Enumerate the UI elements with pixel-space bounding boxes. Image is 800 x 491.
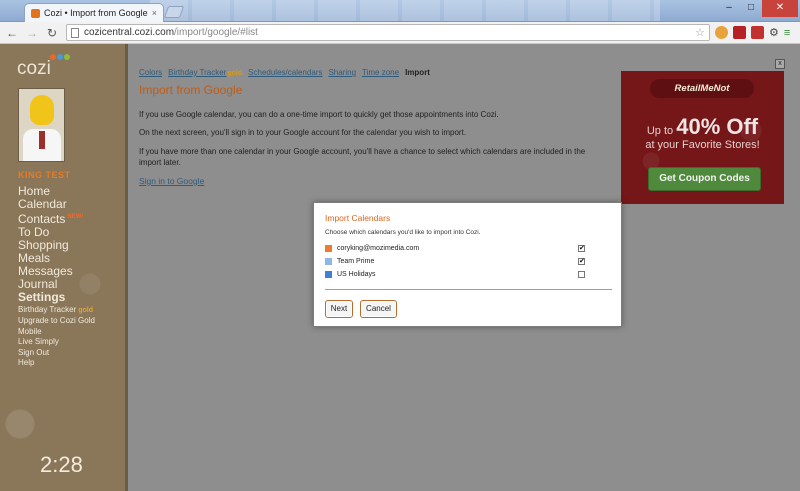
- new-badge: NEW!: [67, 214, 84, 220]
- calendar-checkbox[interactable]: ✔: [578, 258, 585, 265]
- user-name: KING TEST: [18, 170, 71, 180]
- calendar-name: US Holidays: [337, 271, 376, 278]
- avatar[interactable]: [18, 88, 65, 162]
- sidebar-subitem-birthday-tracker[interactable]: Birthday Tracker gold: [18, 305, 95, 316]
- browser-toolbar: ← → ↻ cozicentral.cozi.com/import/google…: [0, 22, 800, 44]
- sidebar: cozi KING TEST Home Calendar Contacts NEW…: [0, 44, 128, 491]
- breadcrumb: Colors Birthday Trackergold Schedules/ca…: [139, 68, 430, 77]
- sidebar-item-calendar[interactable]: Calendar: [18, 198, 95, 211]
- back-arrow-icon[interactable]: ←: [4, 26, 20, 40]
- gold-badge: gold: [227, 70, 243, 77]
- dialog-title: Import Calendars: [325, 213, 391, 223]
- list-item[interactable]: US Holidays: [325, 268, 585, 281]
- import-calendars-dialog: Import Calendars Choose which calendars …: [313, 202, 622, 327]
- page-icon: [71, 27, 79, 38]
- extension-shield-icon[interactable]: [733, 26, 746, 39]
- calendar-color-swatch: [325, 258, 332, 265]
- breadcrumb-schedules[interactable]: Schedules/calendars: [248, 68, 322, 77]
- calendar-color-swatch: [325, 245, 332, 252]
- breadcrumb-time-zone[interactable]: Time zone: [362, 68, 399, 77]
- extension-red-icon[interactable]: [751, 26, 764, 39]
- tab-close-icon[interactable]: ×: [152, 8, 157, 18]
- ad-logo: RetailMeNot: [650, 79, 754, 98]
- sidebar-subitem-live-simply[interactable]: Live Simply: [18, 337, 95, 347]
- calendar-name: Team Prime: [337, 258, 375, 265]
- sidebar-nav: Home Calendar Contacts NEW! To Do Shoppin…: [18, 185, 95, 368]
- forward-arrow-icon[interactable]: →: [24, 26, 40, 40]
- window-maximize-button[interactable]: □: [740, 0, 762, 17]
- calendar-color-swatch: [325, 271, 332, 278]
- ad-headline: Up to 40% Off: [646, 114, 759, 139]
- cozi-app: cozi KING TEST Home Calendar Contacts NEW…: [0, 44, 800, 491]
- signin-paragraph: On the next screen, you'll sign in to yo…: [139, 128, 467, 137]
- sign-in-google-link[interactable]: Sign in to Google: [139, 176, 204, 186]
- clock: 2:28: [40, 452, 83, 477]
- bookmark-star-icon[interactable]: ☆: [695, 26, 705, 39]
- sidebar-subitem-upgrade[interactable]: Upgrade to Cozi Gold: [18, 316, 95, 326]
- ad-subheadline: at your Favorite Stores!: [645, 139, 760, 151]
- list-item[interactable]: coryking@mozimedia.com ✔: [325, 242, 585, 255]
- cozi-favicon-icon: [31, 8, 40, 18]
- browser-tabstrip: Cozi • Import from Google × – □ ✕: [0, 0, 800, 22]
- multi-calendar-paragraph: If you have more than one calendar in yo…: [139, 147, 586, 167]
- extension-cookie-icon[interactable]: [715, 26, 728, 39]
- sidebar-item-contacts[interactable]: Contacts NEW!: [18, 211, 95, 226]
- tab-title: Cozi • Import from Google: [44, 8, 148, 18]
- cancel-button[interactable]: Cancel: [360, 300, 397, 318]
- browser-tab-active[interactable]: Cozi • Import from Google ×: [24, 3, 164, 22]
- cozi-logo[interactable]: cozi: [17, 58, 51, 80]
- main-content: Colors Birthday Trackergold Schedules/ca…: [128, 44, 800, 491]
- get-coupon-codes-button[interactable]: Get Coupon Codes: [648, 167, 761, 191]
- next-button[interactable]: Next: [325, 300, 353, 318]
- sidebar-subitem-mobile[interactable]: Mobile: [18, 327, 95, 337]
- address-url[interactable]: cozicentral.cozi.com/import/google/#list: [84, 27, 695, 38]
- calendar-list: coryking@mozimedia.com ✔ Team Prime ✔ US…: [325, 242, 585, 281]
- cozi-logo-dots-icon: [50, 54, 70, 60]
- sidebar-subitem-help[interactable]: Help: [18, 358, 95, 368]
- breadcrumb-current: Import: [405, 68, 430, 77]
- gear-icon[interactable]: ⚙: [769, 26, 779, 39]
- intro-paragraph: If you use Google calendar, you can do a…: [139, 110, 499, 119]
- dialog-divider: [325, 289, 612, 290]
- sidebar-item-settings[interactable]: Settings: [18, 291, 95, 304]
- calendar-name: coryking@mozimedia.com: [337, 245, 420, 252]
- window-minimize-button[interactable]: –: [718, 0, 740, 17]
- breadcrumb-colors[interactable]: Colors: [139, 68, 162, 77]
- background-tabs: [150, 0, 660, 21]
- address-bar[interactable]: cozicentral.cozi.com/import/google/#list…: [66, 24, 710, 41]
- breadcrumb-birthday-tracker[interactable]: Birthday Trackergold: [168, 68, 242, 77]
- dialog-subtitle: Choose which calendars you'd like to imp…: [325, 229, 481, 236]
- page-title: Import from Google: [139, 83, 243, 97]
- calendar-checkbox[interactable]: ✔: [578, 245, 585, 252]
- ad-close-button[interactable]: x: [775, 59, 785, 69]
- sidebar-subitem-sign-out[interactable]: Sign Out: [18, 348, 95, 358]
- list-item[interactable]: Team Prime ✔: [325, 255, 585, 268]
- window-close-button[interactable]: ✕: [762, 0, 798, 17]
- advertisement[interactable]: RetailMeNot Up to 40% Off at your Favori…: [621, 71, 784, 204]
- reload-icon[interactable]: ↻: [44, 26, 60, 40]
- chrome-menu-icon[interactable]: ≡: [784, 27, 790, 39]
- gold-badge: gold: [78, 307, 94, 314]
- breadcrumb-sharing[interactable]: Sharing: [328, 68, 356, 77]
- calendar-checkbox[interactable]: [578, 271, 585, 278]
